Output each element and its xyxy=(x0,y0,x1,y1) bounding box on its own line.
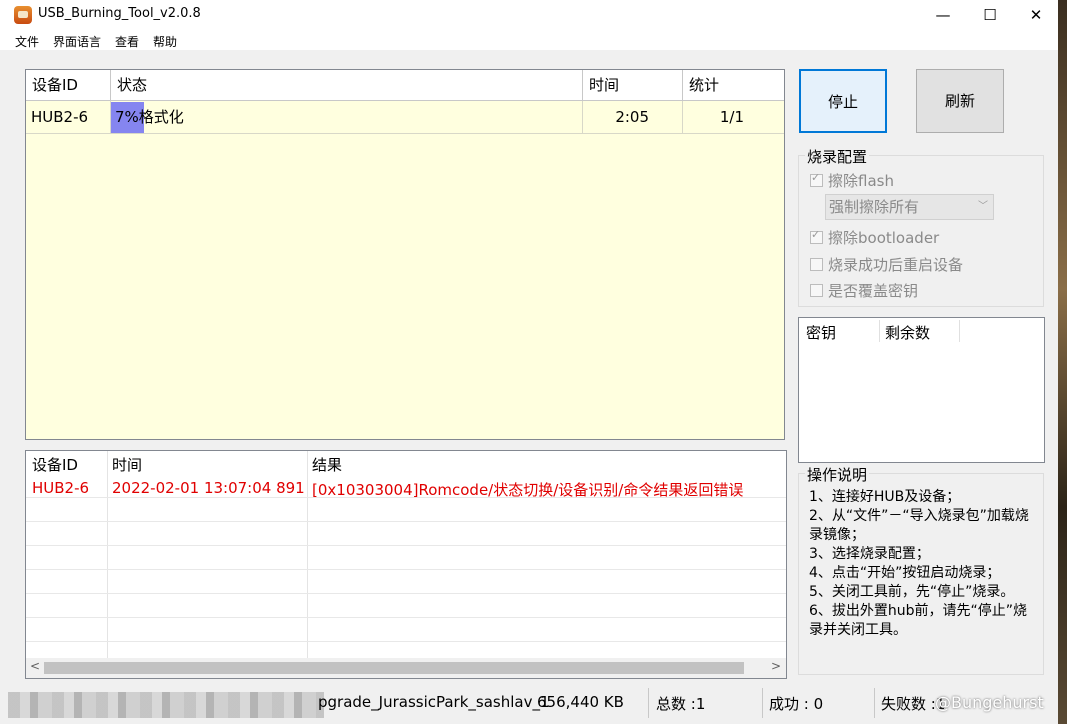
column-divider xyxy=(959,320,960,342)
scroll-right-icon[interactable]: > xyxy=(771,659,781,673)
remaining-header[interactable]: 剩余数 xyxy=(885,322,930,343)
key-header[interactable]: 密钥 xyxy=(806,322,836,343)
erase-bootloader-label: 擦除bootloader xyxy=(828,229,940,247)
row-divider xyxy=(26,641,786,642)
horizontal-scrollbar[interactable]: < > xyxy=(26,658,786,678)
instruction-line: 6、拔出外置hub前，请先“停止”烧录并关闭工具。 xyxy=(809,603,1028,638)
checkbox-checked-icon[interactable] xyxy=(810,228,823,244)
instruction-line: 2、从“文件”－“导入烧录包”加载烧录镜像； xyxy=(809,508,1029,543)
reboot-after-checkbox[interactable]: 烧录成功后重启设备 xyxy=(810,254,963,275)
erase-bootloader-checkbox[interactable]: 擦除bootloader xyxy=(810,227,939,248)
log-time: 2022-02-01 13:07:04 891 xyxy=(112,479,305,497)
header-device-id[interactable]: 设备ID xyxy=(26,70,111,101)
redacted-path xyxy=(8,692,324,718)
menu-language[interactable]: 界面语言 xyxy=(53,33,101,50)
status-separator xyxy=(648,688,649,718)
header-count[interactable]: 统计 xyxy=(683,70,784,101)
watermark: @Bungehurst xyxy=(935,693,1044,712)
row-divider xyxy=(26,521,786,522)
erase-mode-select[interactable]: 强制擦除所有 ﹀ xyxy=(825,194,994,220)
erase-flash-label: 擦除flash xyxy=(828,172,894,190)
refresh-button[interactable]: 刷新 xyxy=(916,69,1004,133)
overwrite-key-label: 是否覆盖密钥 xyxy=(828,282,919,300)
status-total: 总数 :1 xyxy=(656,695,706,713)
header-time[interactable]: 时间 xyxy=(583,70,683,101)
status-file: pgrade_JurassicPark_sashlav_1 xyxy=(318,693,550,711)
scroll-thumb[interactable] xyxy=(44,662,744,674)
log-header-time[interactable]: 时间 xyxy=(112,454,142,475)
status-separator xyxy=(762,688,763,718)
maximize-button[interactable]: ☐ xyxy=(967,0,1013,31)
status-text: 格式化 xyxy=(138,108,184,126)
log-result: [0x10303004]Romcode/状态切换/设备识别/命令结果返回错误 xyxy=(312,481,744,499)
row-divider xyxy=(26,617,786,618)
chevron-down-icon: ﹀ xyxy=(978,201,988,212)
scroll-left-icon[interactable]: < xyxy=(30,659,40,673)
log-device-id: HUB2-6 xyxy=(32,479,90,497)
menu-view[interactable]: 查看 xyxy=(115,33,139,50)
title-bar[interactable]: USB_Burning_Tool_v2.0.8 — ☐ ✕ xyxy=(0,0,1058,31)
app-icon xyxy=(14,6,32,24)
checkbox-unchecked-icon[interactable] xyxy=(810,284,823,297)
column-divider xyxy=(879,320,880,342)
instructions-title: 操作说明 xyxy=(805,464,870,485)
erase-flash-checkbox[interactable]: 擦除flash xyxy=(810,170,894,191)
row-divider xyxy=(26,593,786,594)
checkbox-unchecked-icon[interactable] xyxy=(810,258,823,271)
cell-status: 7%格式化 xyxy=(111,101,583,133)
row-divider xyxy=(26,545,786,546)
status-size: 656,440 KB xyxy=(537,693,624,711)
instruction-line: 4、点击“开始”按钮启动烧录； xyxy=(809,565,1001,581)
instruction-line: 1、连接好HUB及设备； xyxy=(809,489,961,505)
overwrite-key-checkbox[interactable]: 是否覆盖密钥 xyxy=(810,280,918,301)
close-button[interactable]: ✕ xyxy=(1013,0,1059,31)
cell-device-id: HUB2-6 xyxy=(26,101,111,133)
menu-help[interactable]: 帮助 xyxy=(153,33,177,50)
log-table[interactable]: 设备ID 时间 结果 HUB2-6 2022-02-01 13:07:04 89… xyxy=(25,450,787,679)
cell-count: 1/1 xyxy=(719,108,744,126)
status-success: 成功 : 0 xyxy=(769,695,824,713)
instruction-line: 3、选择烧录配置； xyxy=(809,546,930,562)
burn-config-title: 烧录配置 xyxy=(805,146,870,167)
log-header-device-id[interactable]: 设备ID xyxy=(32,454,78,475)
stop-button[interactable]: 停止 xyxy=(799,69,887,133)
menu-file[interactable]: 文件 xyxy=(15,33,39,50)
progress-label: 7% xyxy=(115,108,139,126)
instructions-text: 1、连接好HUB及设备； 2、从“文件”－“导入烧录包”加载烧录镜像； 3、选择… xyxy=(809,488,1039,640)
window-title: USB_Burning_Tool_v2.0.8 xyxy=(38,6,201,21)
app-window: USB_Burning_Tool_v2.0.8 — ☐ ✕ 文件 界面语言 查看… xyxy=(0,0,1058,690)
row-divider xyxy=(26,569,786,570)
header-status[interactable]: 状态 xyxy=(111,70,583,101)
minimize-button[interactable]: — xyxy=(920,0,966,31)
log-header-result[interactable]: 结果 xyxy=(312,454,342,475)
erase-mode-value: 强制擦除所有 xyxy=(829,198,920,216)
instruction-line: 5、关闭工具前，先“停止”烧录。 xyxy=(809,584,1015,600)
device-table[interactable]: 设备ID 状态 时间 统计 HUB2-6 7%格式化 2:05 1/1 xyxy=(25,69,785,440)
desktop-background xyxy=(1058,0,1067,724)
checkbox-checked-icon[interactable] xyxy=(810,171,823,187)
status-separator xyxy=(874,688,875,718)
reboot-after-label: 烧录成功后重启设备 xyxy=(828,256,964,274)
column-divider xyxy=(307,451,308,659)
key-list[interactable]: 密钥 剩余数 xyxy=(798,317,1045,463)
column-divider xyxy=(107,451,108,659)
cell-time: 2:05 xyxy=(583,101,683,133)
table-row[interactable]: HUB2-6 7%格式化 2:05 1/1 xyxy=(26,101,784,134)
menu-bar: 文件 界面语言 查看 帮助 xyxy=(0,31,1058,50)
